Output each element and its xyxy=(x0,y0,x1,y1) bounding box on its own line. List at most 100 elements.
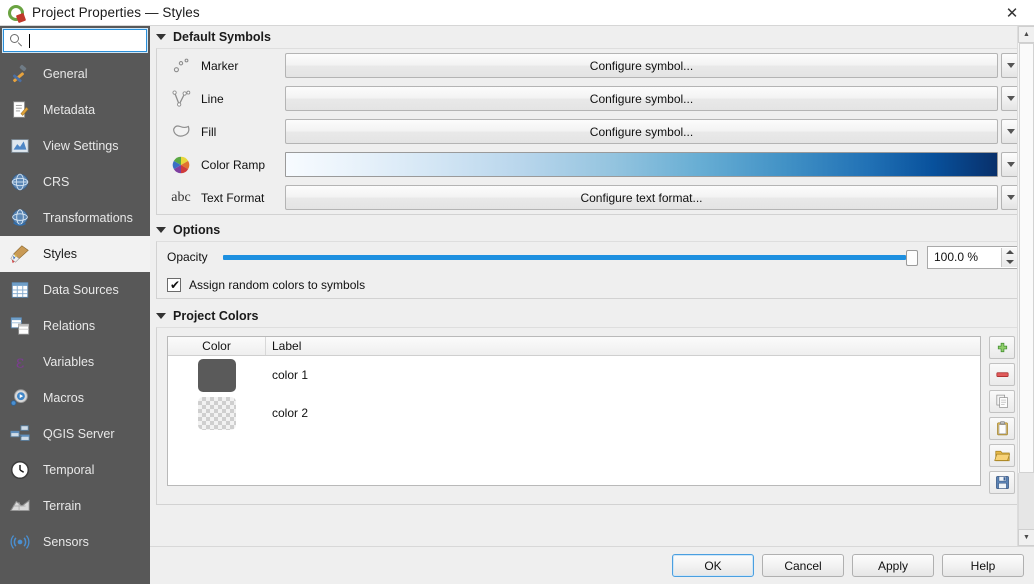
export-colors-button[interactable] xyxy=(989,471,1015,494)
title-bar: Project Properties — Styles ✕ xyxy=(0,0,1034,26)
collapse-triangle-icon[interactable] xyxy=(156,34,166,40)
table-row[interactable]: color 1 xyxy=(168,356,980,394)
search-input[interactable] xyxy=(2,28,148,53)
sidebar-item-view-settings[interactable]: View Settings xyxy=(0,128,150,164)
color-swatch[interactable] xyxy=(198,358,236,392)
sidebar-item-label: General xyxy=(43,67,88,81)
symbol-label: Color Ramp xyxy=(201,157,266,172)
color-ramp-preview[interactable] xyxy=(285,152,998,177)
configure-symbol-button[interactable]: Configure symbol... xyxy=(285,86,998,111)
scrollbar-track[interactable] xyxy=(1018,473,1034,529)
table-rows: color 1 color 2 xyxy=(168,356,980,485)
svg-text:ε: ε xyxy=(16,353,25,372)
sidebar-item-macros[interactable]: Macros xyxy=(0,380,150,416)
color-swatch-cell[interactable] xyxy=(168,396,266,430)
stepper-down-icon[interactable] xyxy=(1005,259,1014,264)
sidebar-item-relations[interactable]: Relations xyxy=(0,308,150,344)
abc-text-icon: abc xyxy=(171,189,191,205)
color-swatch-cell[interactable] xyxy=(168,358,266,392)
paste-colors-button[interactable] xyxy=(989,417,1015,440)
sidebar-item-styles[interactable]: Styles xyxy=(0,236,150,272)
remove-color-button[interactable] xyxy=(989,363,1015,386)
symbol-row-marker: Marker Configure symbol... xyxy=(157,49,1027,82)
import-colors-button[interactable] xyxy=(989,444,1015,467)
default-symbols-header[interactable]: Default Symbols xyxy=(150,26,1034,48)
assign-random-colors-checkbox[interactable]: ✔ xyxy=(167,278,181,292)
close-icon[interactable]: ✕ xyxy=(990,0,1034,26)
slider-handle[interactable] xyxy=(906,250,918,266)
project-colors-title: Project Colors xyxy=(173,309,259,323)
folder-open-icon xyxy=(993,447,1011,464)
vertical-scrollbar[interactable]: ▲ ▼ xyxy=(1017,26,1034,546)
assign-random-colors-label: Assign random colors to symbols xyxy=(189,278,366,292)
qgis-logo-icon xyxy=(7,4,27,23)
clock-icon xyxy=(8,458,32,482)
add-color-button[interactable] xyxy=(989,336,1015,359)
configure-symbol-button[interactable]: Configure symbol... xyxy=(285,119,998,144)
gear-play-icon xyxy=(8,386,32,410)
sidebar-item-terrain[interactable]: Terrain xyxy=(0,488,150,524)
servers-icon xyxy=(8,422,32,446)
sidebar-item-label: Relations xyxy=(43,319,96,333)
sidebar-item-transformations[interactable]: Transformations xyxy=(0,200,150,236)
color-label[interactable]: color 2 xyxy=(266,406,980,420)
sidebar-item-temporal[interactable]: Temporal xyxy=(0,452,150,488)
options-body: Opacity 100.0 % ✔ Assign random colors t… xyxy=(156,241,1028,299)
configure-symbol-button[interactable]: Configure text format... xyxy=(285,185,998,210)
color-swatch[interactable] xyxy=(198,396,236,430)
epsilon-icon: ε xyxy=(8,350,32,374)
map-view-icon xyxy=(8,134,32,158)
search-container xyxy=(0,26,150,56)
stepper-buttons[interactable] xyxy=(1001,247,1017,267)
column-header-color: Color xyxy=(168,337,266,355)
apply-button[interactable]: Apply xyxy=(852,554,934,577)
sidebar-item-metadata[interactable]: Metadata xyxy=(0,92,150,128)
default-symbols-title: Default Symbols xyxy=(173,30,271,44)
symbol-row-text-format: abc Text Format Configure text format... xyxy=(157,181,1027,214)
project-properties-dialog: Project Properties — Styles ✕ General Met… xyxy=(0,0,1034,584)
document-pencil-icon xyxy=(8,98,32,122)
scroll-down-icon[interactable]: ▼ xyxy=(1018,529,1034,546)
symbol-label: Line xyxy=(201,91,224,106)
paste-icon xyxy=(994,420,1011,437)
sidebar-item-variables[interactable]: ε Variables xyxy=(0,344,150,380)
signal-waves-icon xyxy=(8,530,32,554)
stepper-up-icon[interactable] xyxy=(1005,250,1014,255)
sidebar-item-label: Styles xyxy=(43,247,78,261)
collapse-triangle-icon[interactable] xyxy=(156,227,166,233)
table-row[interactable]: color 2 xyxy=(168,394,980,432)
scroll-up-icon[interactable]: ▲ xyxy=(1018,26,1034,43)
copy-colors-button[interactable] xyxy=(989,390,1015,413)
table-header-row: Color Label xyxy=(168,337,980,356)
cancel-button[interactable]: Cancel xyxy=(762,554,844,577)
options-group: Options Opacity 100.0 % ✔ Assign random … xyxy=(150,219,1034,299)
project-colors-body: Color Label color 1 color 2 xyxy=(156,327,1028,505)
plus-icon xyxy=(994,339,1011,356)
assign-random-colors-row[interactable]: ✔ Assign random colors to symbols xyxy=(157,272,1027,298)
text-caret xyxy=(29,33,30,48)
sidebar-item-crs[interactable]: CRS xyxy=(0,164,150,200)
color-label[interactable]: color 1 xyxy=(266,368,980,382)
sidebar-item-data-sources[interactable]: Data Sources xyxy=(0,272,150,308)
scrollbar-thumb[interactable] xyxy=(1019,43,1034,473)
search-icon xyxy=(10,34,23,47)
sidebar-item-label: View Settings xyxy=(43,139,119,153)
symbol-label: Fill xyxy=(201,124,217,139)
sidebar-item-label: Metadata xyxy=(43,103,96,117)
options-header[interactable]: Options xyxy=(150,219,1034,241)
project-colors-header[interactable]: Project Colors xyxy=(150,305,1034,327)
default-symbols-body: Marker Configure symbol... Line Configure s… xyxy=(156,48,1028,215)
sidebar-item-qgis-server[interactable]: QGIS Server xyxy=(0,416,150,452)
sidebar-item-label: Macros xyxy=(43,391,84,405)
sidebar-item-sensors[interactable]: Sensors xyxy=(0,524,150,560)
opacity-slider[interactable] xyxy=(223,247,918,267)
project-colors-table[interactable]: Color Label color 1 color 2 xyxy=(167,336,981,486)
ok-button[interactable]: OK xyxy=(672,554,754,577)
configure-symbol-button[interactable]: Configure symbol... xyxy=(285,53,998,78)
help-button[interactable]: Help xyxy=(942,554,1024,577)
sidebar-item-general[interactable]: General xyxy=(0,56,150,92)
symbol-label: Text Format xyxy=(201,190,265,205)
collapse-triangle-icon[interactable] xyxy=(156,313,166,319)
opacity-stepper[interactable]: 100.0 % xyxy=(927,245,1019,269)
default-symbols-group: Default Symbols Marker Configure symbol..… xyxy=(150,26,1034,215)
